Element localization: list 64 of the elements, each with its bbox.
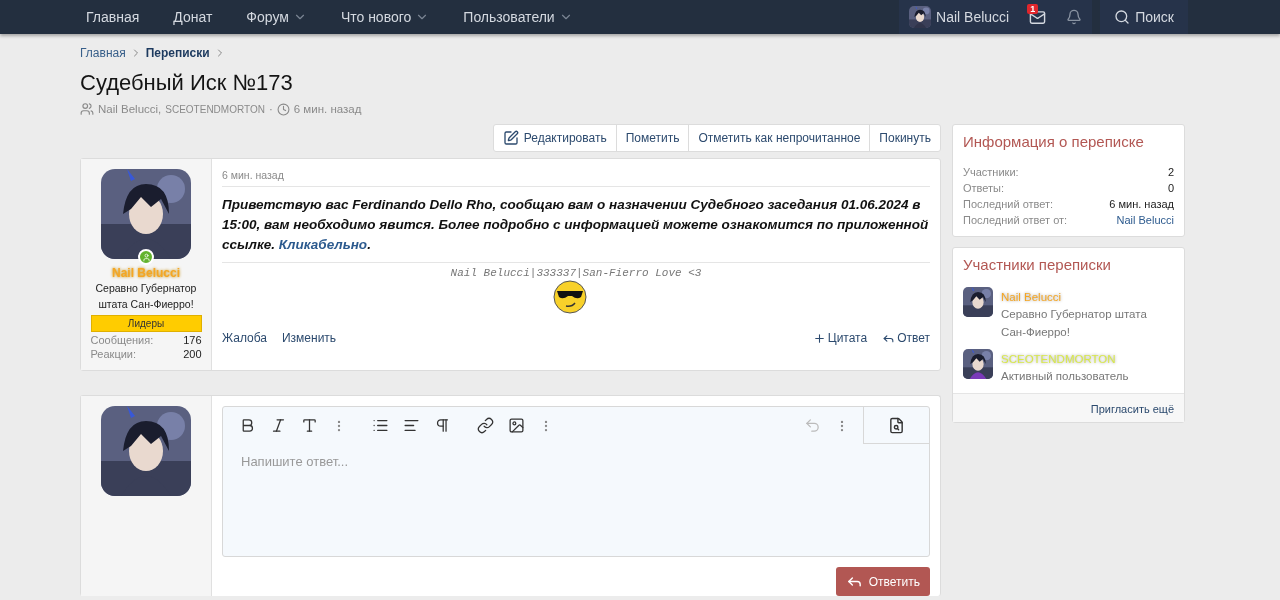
alerts-button[interactable] [1056, 0, 1093, 34]
user-name: Nail Belucci [936, 9, 1010, 25]
card-title: Информация о переписке [963, 133, 1145, 150]
post-time: 6 мин. назад [222, 169, 930, 187]
action-button[interactable]: Отметить как непрочитанное [688, 125, 870, 151]
card-title: Участники переписки [963, 256, 1112, 273]
text-size-icon[interactable] [301, 417, 318, 434]
info-label: Участники: [963, 165, 1019, 180]
nav-link[interactable]: Что нового [334, 9, 436, 25]
action-button[interactable]: Редактировать [493, 125, 616, 151]
action-button[interactable]: Покинуть [869, 125, 940, 151]
signature: Nail Belucci|333337|San-Fierro Love <3 [449, 267, 703, 279]
nav-link[interactable]: Донат [167, 9, 219, 25]
search-button[interactable]: Поиск [1100, 0, 1188, 34]
nav-link[interactable]: Пользователи [457, 9, 579, 25]
link-icon[interactable] [477, 417, 494, 434]
user-banner: Лидеры [90, 315, 202, 332]
member-status: Активный пользователь [1001, 369, 1129, 384]
paragraph-icon[interactable] [434, 417, 451, 434]
unread-badge: 1 [1027, 4, 1039, 14]
messages-button[interactable]: 1 [1019, 0, 1057, 34]
sunglasses-smiley-icon [552, 279, 588, 315]
message-text: Приветствую вас Ferdinando Dello Rho, сообщаю вам о назначении Судебного заседания 01.06.2024 в 15:00, вам необходимо явится. Более подробно с информацией можете ознакомится по приложенной ссылке. Кликабельно. [222, 195, 930, 263]
separator: · [268, 103, 273, 115]
breadcrumb-link[interactable]: Переписки [145, 46, 210, 60]
search-icon [1114, 9, 1131, 25]
quote-link[interactable]: Цитата [812, 331, 868, 345]
info-label: Последний ответ от: [963, 213, 1068, 228]
info-label: Последний ответ: [963, 197, 1054, 212]
post-action-link[interactable]: Жалоба [222, 331, 267, 345]
member-status: Серавно Губернатор штата Сан-Фиерро! [1001, 307, 1148, 340]
list-icon[interactable] [372, 417, 389, 434]
nav-link[interactable]: Форум [240, 9, 313, 25]
user-title: Серавно Губернатор штата Сан-Фиерро! [94, 281, 198, 312]
preview-icon [888, 416, 905, 434]
stat-label: Сообщения: [90, 334, 154, 346]
meta-time: 6 мин. назад [293, 103, 362, 115]
bell-icon [1066, 9, 1083, 25]
user-menu[interactable]: Nail Belucci [899, 0, 1020, 34]
info-value: 0 [1167, 181, 1174, 196]
users-icon [80, 102, 94, 116]
action-button[interactable]: Пометить [615, 125, 689, 151]
reply-button[interactable]: Ответить [835, 567, 930, 596]
info-label: Ответы: [963, 181, 1005, 196]
image-icon[interactable] [508, 417, 525, 434]
nav-link[interactable]: Главная [80, 9, 146, 25]
info-value: 2 [1167, 165, 1174, 180]
page-title: Судебный Иск №173 [80, 70, 294, 96]
invite-link[interactable]: Пригласить ещё [1090, 403, 1174, 415]
reply-link[interactable]: Ответ [882, 331, 930, 345]
italic-icon[interactable] [270, 417, 287, 434]
info-value: 6 мин. назад [1109, 197, 1174, 212]
stat-label: Реакции: [90, 348, 137, 360]
breadcrumb-link[interactable]: Главная [80, 46, 126, 60]
stat-value: 200 [183, 348, 202, 360]
edit-icon [502, 130, 519, 146]
reply-input[interactable]: Напишите ответ... [223, 444, 929, 479]
align-icon[interactable] [403, 417, 420, 434]
stat-value: 176 [183, 334, 202, 346]
post-action-link[interactable]: Изменить [282, 331, 337, 345]
plus-icon [812, 331, 826, 345]
info-link[interactable]: Nail Belucci [1116, 212, 1174, 228]
clock-icon [276, 102, 290, 116]
preview-button[interactable] [863, 407, 929, 444]
